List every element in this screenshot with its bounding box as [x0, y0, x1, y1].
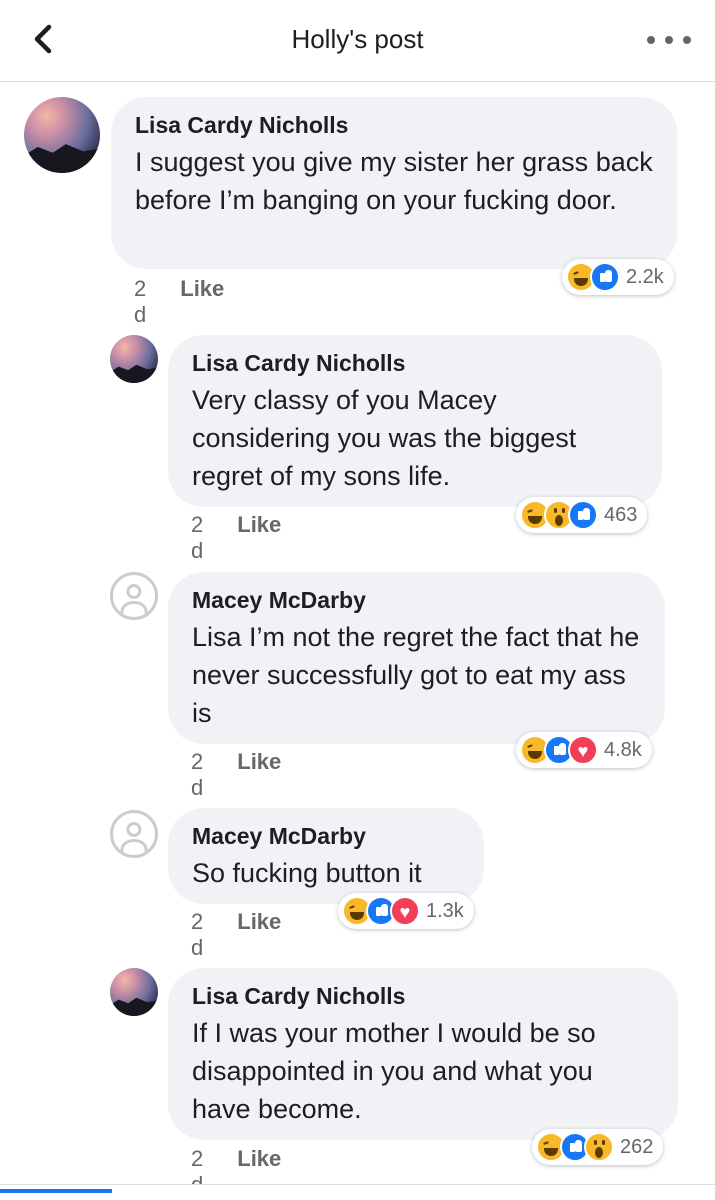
love-reaction-icon	[568, 735, 598, 765]
page-title: Holly's post	[291, 24, 424, 54]
ellipsis-icon	[647, 36, 655, 44]
reaction-summary[interactable]: 4.8k	[516, 732, 652, 768]
reaction-summary[interactable]: 2.2k	[562, 259, 674, 295]
avatar[interactable]	[110, 810, 158, 858]
comment-text: Very classy of you Macey considering you…	[192, 385, 577, 491]
comment-actions: 2 d Like	[191, 909, 281, 961]
comment-text: Lisa I’m not the regret the fact that he…	[192, 622, 640, 728]
comment-text: So fucking button it	[192, 858, 422, 888]
like-button[interactable]: Like	[180, 276, 224, 328]
comment-bubble[interactable]: Lisa Cardy Nicholls I suggest you give m…	[111, 97, 677, 269]
comment-actions: 2 d Like	[191, 749, 281, 801]
love-reaction-icon	[390, 896, 420, 926]
comment-bubble[interactable]: Lisa Cardy Nicholls Very classy of you M…	[168, 335, 662, 507]
comment-author[interactable]: Macey McDarby	[192, 822, 460, 850]
comment-bubble[interactable]: Macey McDarby Lisa I’m not the regret th…	[168, 572, 665, 744]
avatar[interactable]	[110, 572, 158, 620]
reaction-summary[interactable]: 463	[516, 497, 648, 533]
like-button[interactable]: Like	[237, 512, 281, 564]
comment-text: I suggest you give my sister her grass b…	[135, 147, 653, 215]
default-profile-icon	[126, 822, 142, 838]
reaction-count: 4.8k	[604, 738, 642, 761]
scroll-indicator	[0, 1189, 112, 1193]
post-header: Holly's post	[0, 0, 715, 82]
default-profile-icon	[126, 584, 142, 600]
like-button[interactable]: Like	[237, 749, 281, 801]
comment-actions: 2 d Like	[134, 276, 224, 328]
reaction-count: 1.3k	[426, 899, 464, 922]
comment-actions: 2 d Like	[191, 512, 281, 564]
wow-reaction-icon	[584, 1132, 614, 1162]
like-reaction-icon	[568, 500, 598, 530]
reaction-summary[interactable]: 1.3k	[338, 893, 474, 929]
comment-author[interactable]: Lisa Cardy Nicholls	[135, 111, 653, 139]
comment-bubble[interactable]: Lisa Cardy Nicholls If I was your mother…	[168, 968, 678, 1140]
reaction-count: 2.2k	[626, 265, 664, 288]
comment-author[interactable]: Lisa Cardy Nicholls	[192, 982, 654, 1010]
reaction-count: 463	[604, 503, 638, 526]
avatar[interactable]	[24, 97, 100, 173]
comment-timestamp[interactable]: 2 d	[134, 276, 146, 328]
reaction-count: 262	[620, 1135, 654, 1158]
comment-bubble[interactable]: Macey McDarby So fucking button it	[168, 808, 484, 904]
comment-timestamp[interactable]: 2 d	[191, 749, 203, 801]
like-reaction-icon	[590, 262, 620, 292]
bottom-bar	[0, 1184, 715, 1200]
comment-text: If I was your mother I would be so disap…	[192, 1018, 596, 1124]
avatar[interactable]	[110, 335, 158, 383]
avatar[interactable]	[110, 968, 158, 1016]
more-options-button[interactable]	[647, 22, 691, 58]
comment-author[interactable]: Macey McDarby	[192, 586, 641, 614]
like-button[interactable]: Like	[237, 909, 281, 961]
comment-timestamp[interactable]: 2 d	[191, 512, 203, 564]
comment-timestamp[interactable]: 2 d	[191, 909, 203, 961]
reaction-summary[interactable]: 262	[532, 1129, 664, 1165]
comment-author[interactable]: Lisa Cardy Nicholls	[192, 349, 638, 377]
